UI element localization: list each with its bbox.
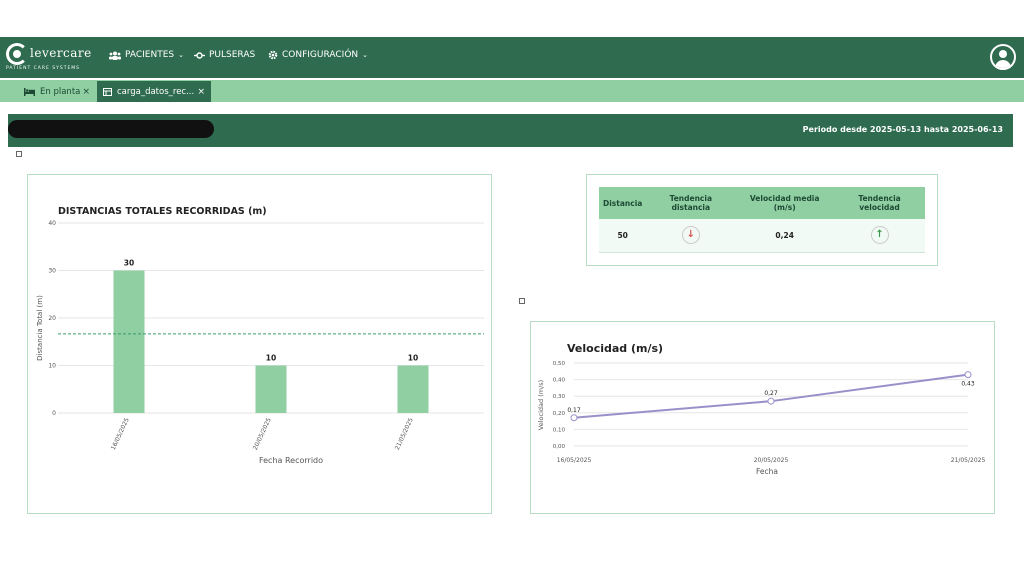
nav-pulseras[interactable]: PULSERAS xyxy=(194,50,255,60)
y-tick-label: 20 xyxy=(48,315,56,322)
nav-pacientes-label: PACIENTES xyxy=(125,50,175,60)
x-tick-label: 21/05/2025 xyxy=(951,457,986,464)
speed-trend-cell: ↑ xyxy=(834,219,925,253)
bar xyxy=(255,365,287,413)
y-tick-label: 0,20 xyxy=(553,411,566,417)
metrics-card: Distancia Tendencia distancia Velocidad … xyxy=(586,174,938,266)
distance-trend-cell: ↓ xyxy=(646,219,736,253)
data-point xyxy=(767,397,775,405)
point-value-label: 0,27 xyxy=(764,390,778,397)
data-point xyxy=(964,371,972,379)
tab-en-planta-label: En planta xyxy=(40,86,81,97)
clevercare-logo[interactable]: levercare PATIENT CARE SYSTEMS xyxy=(6,40,91,74)
tab-close-icon[interactable]: × xyxy=(82,87,90,97)
header-distancia: Distancia xyxy=(599,187,647,219)
nav-configuracion[interactable]: CONFIGURACIÓN ⌄ xyxy=(268,50,368,60)
distance-value: 50 xyxy=(599,219,647,253)
bed-icon xyxy=(24,87,35,96)
x-tick-label: 16/05/2025 xyxy=(110,417,131,451)
tab-en-planta[interactable]: En planta × xyxy=(18,81,96,102)
x-tick-label: 20/05/2025 xyxy=(252,417,273,451)
x-axis-label: Fecha xyxy=(756,467,778,476)
top-navbar: levercare PATIENT CARE SYSTEMS PACIENTES… xyxy=(0,37,1024,78)
x-tick-label: 16/05/2025 xyxy=(557,457,592,464)
bar-value-label: 10 xyxy=(266,354,276,363)
y-tick-label: 0,00 xyxy=(553,444,566,450)
arrow-down-icon: ↓ xyxy=(681,226,700,245)
table-row: 50 ↓ 0,24 ↑ xyxy=(599,219,925,253)
expand-icon[interactable] xyxy=(519,298,525,304)
bar-value-label: 30 xyxy=(124,259,134,268)
redacted-patient-name xyxy=(8,120,214,138)
nav-pulseras-label: PULSERAS xyxy=(209,50,256,60)
y-tick-label: 10 xyxy=(48,363,56,370)
arrow-up-icon: ↑ xyxy=(870,226,889,245)
data-point xyxy=(570,414,578,422)
avatar-head xyxy=(999,50,1007,58)
bar-value-label: 10 xyxy=(408,354,418,363)
y-tick-label: 0,10 xyxy=(553,427,566,433)
x-axis-label: Fecha Recorrido xyxy=(259,456,323,465)
patient-header: Periodo desde 2025-05-13 hasta 2025-06-1… xyxy=(8,114,1013,147)
speed-line-chart: 0,00 0,10 0,20 0,30 0,40 0,50 0,17 16/05/2025 0,… xyxy=(537,361,986,476)
tab-bar: En planta × carga_datos_rec... × xyxy=(0,80,1024,102)
y-axis-label: Velocidad (m/s) xyxy=(537,380,545,430)
expand-icon[interactable] xyxy=(16,151,22,157)
chevron-down-icon: ⌄ xyxy=(362,51,369,59)
logo-text: levercare xyxy=(30,46,92,60)
distance-chart-card: DISTANCIAS TOTALES RECORRIDAS (m) 0 10 20 3… xyxy=(27,174,492,514)
users-icon xyxy=(109,51,121,60)
tab-close-icon[interactable]: × xyxy=(197,87,205,97)
y-tick-label: 0 xyxy=(52,410,56,417)
gear-icon xyxy=(268,50,278,60)
distance-bar-chart: 0 10 20 30 40 30 16/05/2025 10 20/05/2025 10 21/05… xyxy=(36,220,484,465)
y-axis-label: Distancia Total (m) xyxy=(36,295,44,361)
wristband-icon xyxy=(194,51,205,59)
x-tick-label: 21/05/2025 xyxy=(394,417,415,451)
header-tendencia-distancia: Tendencia distancia xyxy=(646,187,736,219)
bar xyxy=(113,270,145,413)
nav-configuracion-label: CONFIGURACIÓN xyxy=(282,50,359,60)
chevron-down-icon: ⌄ xyxy=(178,51,184,59)
point-value-label: 0,17 xyxy=(567,407,581,414)
y-tick-label: 0,30 xyxy=(553,394,566,400)
nav-pacientes[interactable]: PACIENTES ⌄ xyxy=(109,50,184,60)
speed-value: 0,24 xyxy=(735,219,835,253)
tab-carga-datos[interactable]: carga_datos_rec... × xyxy=(97,81,211,102)
speed-chart-card: Velocidad (m/s) 0,00 0,10 0,20 0,30 0,40 0,50… xyxy=(530,321,995,514)
y-tick-label: 0,50 xyxy=(553,361,566,367)
avatar-body xyxy=(995,60,1011,68)
tab-carga-datos-label: carga_datos_rec... xyxy=(117,86,195,97)
metrics-table: Distancia Tendencia distancia Velocidad … xyxy=(599,187,925,253)
point-value-label: 0,43 xyxy=(961,381,975,388)
header-tendencia-velocidad: Tendencia velocidad xyxy=(834,187,925,219)
y-tick-label: 40 xyxy=(48,220,56,227)
header-velocidad-media: Velocidad media (m/s) xyxy=(735,187,835,219)
y-tick-label: 0,40 xyxy=(553,378,566,384)
user-avatar-icon[interactable] xyxy=(990,44,1016,70)
bar xyxy=(397,365,429,413)
period-label: Periodo desde 2025-05-13 hasta 2025-06-1… xyxy=(802,125,1003,134)
table-icon xyxy=(103,87,112,96)
logo-subtitle: PATIENT CARE SYSTEMS xyxy=(6,66,81,71)
x-tick-label: 20/05/2025 xyxy=(754,457,789,464)
y-tick-label: 30 xyxy=(48,268,56,275)
logo-dot xyxy=(13,50,21,58)
